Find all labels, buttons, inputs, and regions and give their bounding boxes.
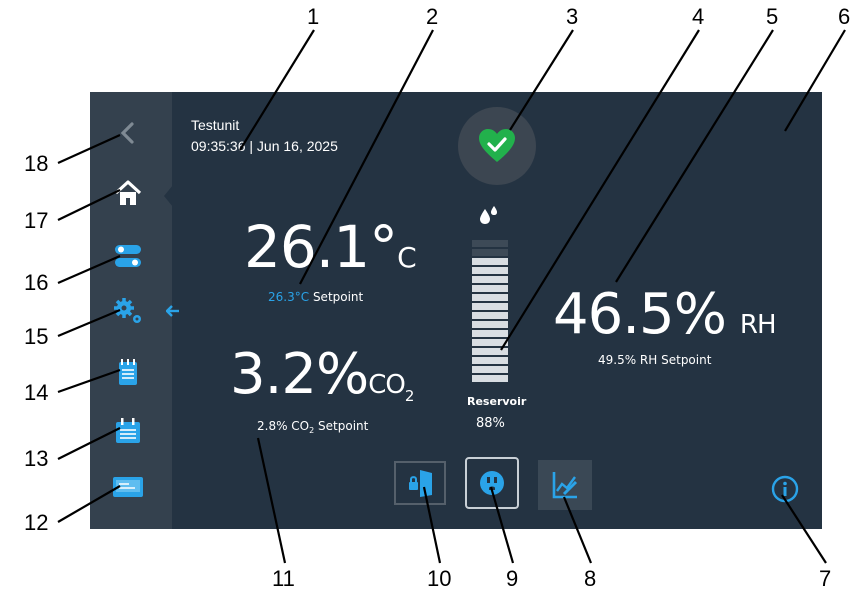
- callout-3: 3: [566, 4, 579, 29]
- callout-17: 17: [24, 208, 49, 233]
- callout-16: 16: [24, 270, 49, 295]
- callout-18: 18: [24, 151, 49, 176]
- callout-15: 15: [24, 324, 49, 349]
- callout-1: 1: [307, 4, 320, 29]
- callout-13: 13: [24, 446, 49, 471]
- callout-2: 2: [426, 4, 439, 29]
- callout-8: 8: [584, 566, 597, 591]
- callout-11: 11: [272, 566, 295, 591]
- callout-12: 12: [24, 510, 49, 535]
- callout-4: 4: [692, 4, 705, 29]
- callout-5: 5: [766, 4, 779, 29]
- callout-leader-lines: [57, 29, 846, 564]
- callout-7: 7: [819, 566, 832, 591]
- callout-9: 9: [506, 566, 519, 591]
- callout-14: 14: [24, 380, 49, 405]
- callout-6: 6: [838, 4, 851, 29]
- callout-10: 10: [427, 566, 452, 591]
